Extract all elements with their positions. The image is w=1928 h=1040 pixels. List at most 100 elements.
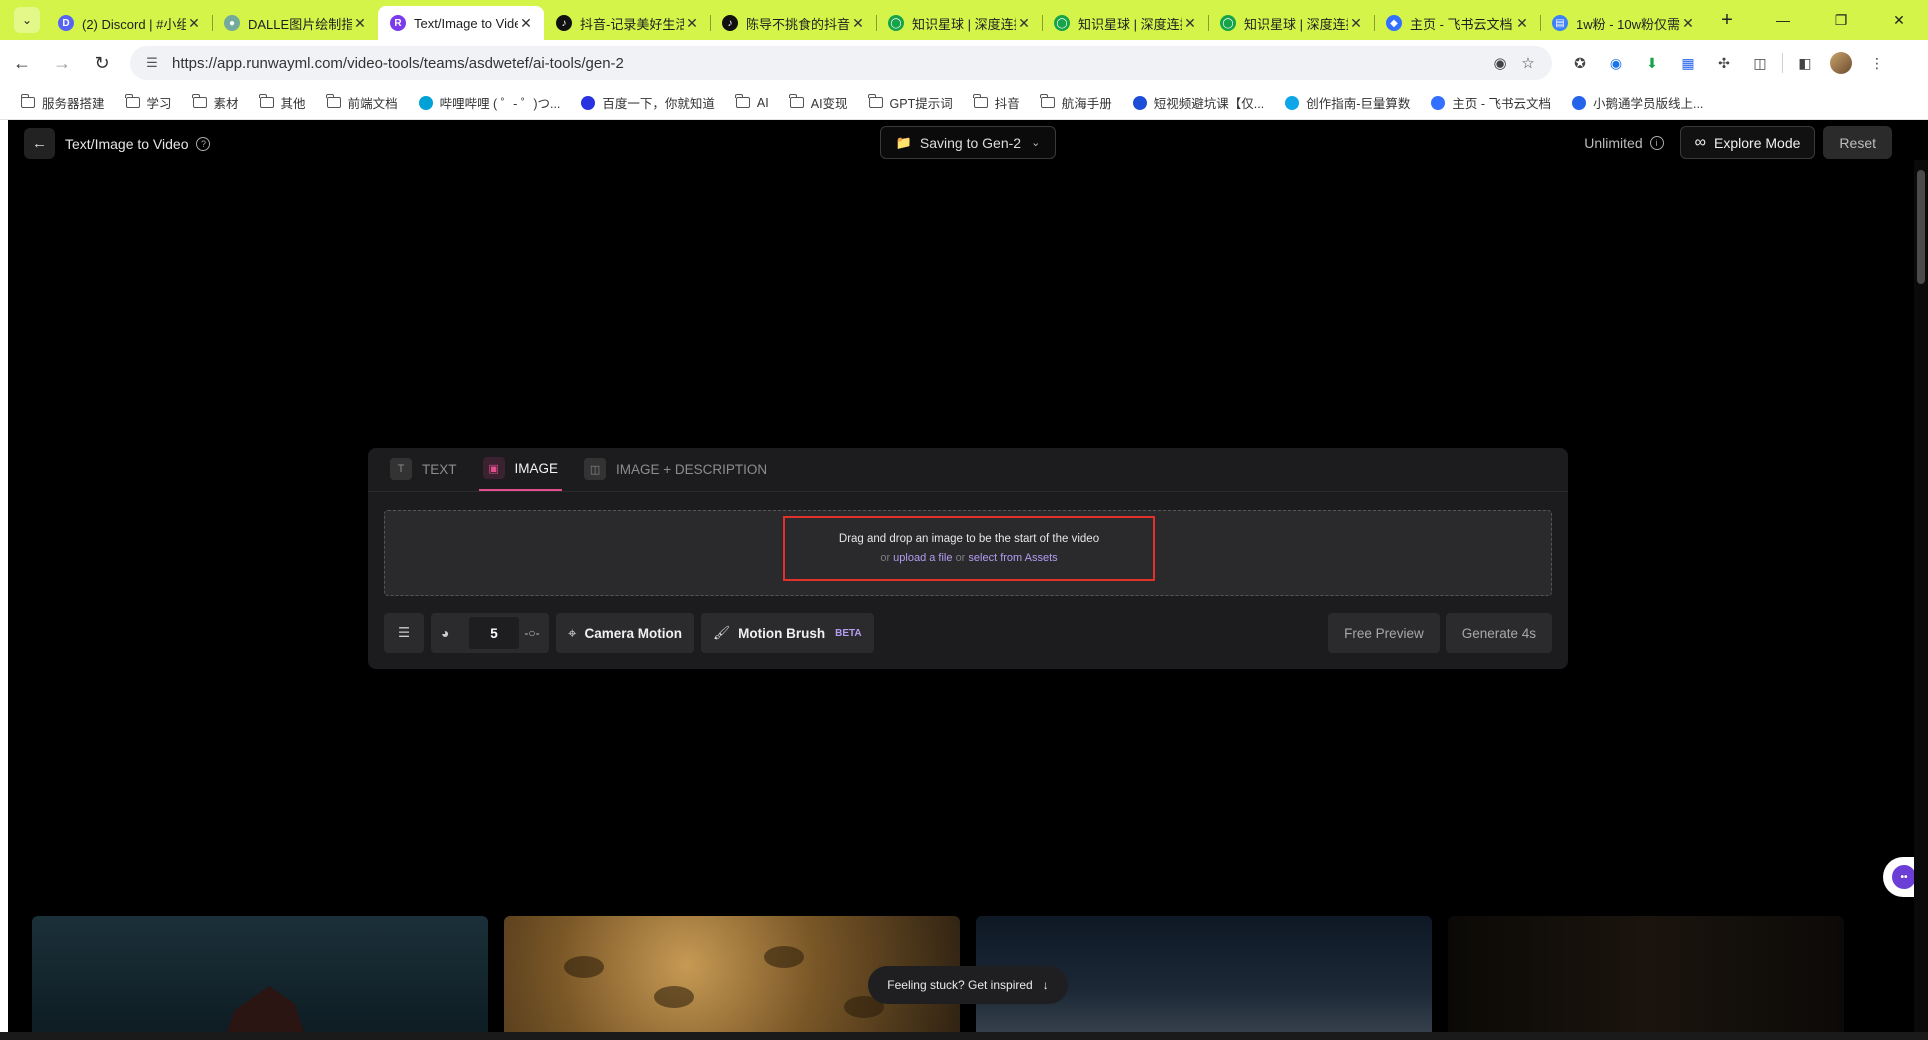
address-bar[interactable]: ☰ https://app.runwayml.com/video-tools/t… — [130, 46, 1552, 80]
reload-icon[interactable]: ↻ — [84, 45, 120, 81]
close-window-icon[interactable]: ✕ — [1870, 0, 1928, 40]
bookmark-item[interactable]: 前端文档 — [326, 93, 398, 112]
tab-close-icon[interactable]: ✕ — [352, 15, 368, 32]
folder-icon — [192, 94, 208, 110]
url-text[interactable]: https://app.runwayml.com/video-tools/tea… — [164, 55, 1486, 72]
browser-tab[interactable]: ◆ 主页 - 飞书云文档 ✕ — [1374, 6, 1540, 40]
browser-tab[interactable]: D (2) Discord | #小组 ✕ — [46, 6, 212, 40]
bookmark-star-icon[interactable]: ☆ — [1514, 54, 1542, 72]
header-actions: Unlimited i ∞ Explore Mode Reset — [1584, 126, 1892, 159]
tab-close-icon[interactable]: ✕ — [1016, 15, 1032, 32]
forward-icon[interactable]: → — [44, 45, 80, 81]
translate-extension-icon[interactable]: ✪ — [1562, 45, 1598, 81]
bottom-edge — [0, 1032, 1928, 1040]
bookmark-item[interactable]: AI变现 — [789, 93, 848, 112]
image-dropzone[interactable]: Drag and drop an image to be the start o… — [384, 510, 1552, 596]
browser-tab[interactable]: ▤ 1w粉 - 10w粉仅需 ✕ — [1540, 6, 1706, 40]
inspire-label: Feeling stuck? Get inspired — [887, 978, 1033, 992]
browser-tab[interactable]: ♪ 抖音-记录美好生活 ✕ — [544, 6, 710, 40]
side-panel-icon[interactable]: ◧ — [1787, 45, 1823, 81]
tab-close-icon[interactable]: ✕ — [684, 15, 700, 32]
bookmark-label: AI变现 — [810, 97, 848, 111]
bookmark-item[interactable]: 哔哩哔哩 ( ゜- ゜)つ... — [418, 93, 560, 112]
bookmark-item[interactable]: AI — [735, 94, 769, 110]
tab-close-icon[interactable]: ✕ — [1514, 15, 1530, 32]
bookmark-label: 服务器搭建 — [42, 97, 105, 111]
mode-tab[interactable]: ◫ IMAGE + DESCRIPTION — [580, 447, 771, 491]
app-header: ← Text/Image to Video ? — [24, 128, 211, 159]
bookmark-item[interactable]: GPT提示词 — [868, 93, 953, 112]
menu-kebab-icon[interactable]: ⋮ — [1859, 45, 1895, 81]
toolbar-divider — [1782, 53, 1783, 73]
download-extension-icon[interactable]: ⬇ — [1634, 45, 1670, 81]
page-scrollbar[interactable] — [1914, 160, 1928, 1040]
select-assets-link[interactable]: select from Assets — [968, 552, 1057, 564]
site-settings-icon[interactable]: ☰ — [140, 55, 164, 71]
mode-tab[interactable]: ▣ IMAGE — [478, 447, 563, 491]
motion-value-input[interactable]: 5 — [469, 617, 519, 649]
browser-tab[interactable]: ♪ 陈导不挑食的抖音 ✕ — [710, 6, 876, 40]
bookmark-item[interactable]: 航海手册 — [1040, 93, 1112, 112]
bookmark-item[interactable]: 其他 — [259, 93, 306, 112]
mode-tab[interactable]: T TEXT — [386, 447, 461, 491]
chrome-extension-icon[interactable]: ◉ — [1598, 45, 1634, 81]
bookmark-item[interactable]: 创作指南-巨量算数 — [1284, 93, 1410, 112]
eye-off-icon[interactable]: ◉ — [1486, 54, 1514, 72]
new-tab-button[interactable]: + — [1712, 5, 1742, 35]
bookmark-item[interactable]: 学习 — [125, 93, 172, 112]
back-icon[interactable]: ← — [4, 45, 40, 81]
tab-close-icon[interactable]: ✕ — [850, 15, 866, 32]
tab-close-icon[interactable]: ✕ — [518, 15, 534, 32]
tab-close-icon[interactable]: ✕ — [1680, 15, 1696, 32]
bookmark-item[interactable]: 服务器搭建 — [20, 93, 105, 112]
motion-brush-button[interactable]: 🖌 Motion Brush BETA — [700, 613, 874, 653]
tab-close-icon[interactable]: ✕ — [1182, 15, 1198, 32]
back-arrow-button[interactable]: ← — [24, 128, 55, 159]
saving-to-dropdown[interactable]: 📁 Saving to Gen-2 ⌄ — [880, 126, 1056, 159]
folder-icon — [326, 94, 342, 110]
image-icon: ▣ — [482, 457, 505, 479]
bookmark-label: 抖音 — [994, 97, 1020, 111]
browser-tab[interactable]: ◯ 知识星球 | 深度连接 ✕ — [1042, 6, 1208, 40]
saving-label: Saving to Gen-2 — [919, 134, 1022, 151]
restore-icon[interactable]: ❐ — [1812, 0, 1870, 40]
camera-motion-button[interactable]: ⌖ Camera Motion — [556, 613, 694, 653]
beta-badge: BETA — [835, 627, 862, 639]
motion-adjust-icon[interactable]: -○- — [519, 626, 545, 640]
profile-avatar[interactable] — [1823, 45, 1859, 81]
avatar — [1830, 52, 1852, 74]
bookmark-item[interactable]: 小鹅通学员版线上... — [1571, 93, 1703, 112]
browser-tab[interactable]: ◯ 知识星球 | 深度连接 ✕ — [1208, 6, 1374, 40]
tab-close-icon[interactable]: ✕ — [1348, 15, 1364, 32]
bookmark-item[interactable]: 素材 — [192, 93, 239, 112]
motion-brush-label: Motion Brush — [738, 625, 826, 641]
move-extension-icon[interactable]: ✣ — [1706, 45, 1742, 81]
inspiration-thumbnail[interactable] — [1448, 916, 1844, 1040]
or-text: or — [880, 552, 891, 564]
screenshot-extension-icon[interactable]: ▦ — [1670, 45, 1706, 81]
minimize-icon[interactable]: — — [1754, 0, 1812, 40]
bookmark-item[interactable]: 抖音 — [973, 93, 1020, 112]
info-icon[interactable]: i — [1649, 135, 1664, 150]
bookmark-item[interactable]: 主页 - 飞书云文档 — [1430, 93, 1551, 112]
browser-tab[interactable]: ● DALLE图片绘制指南✕ — [212, 6, 378, 40]
upload-file-link[interactable]: upload a file — [893, 552, 952, 564]
browser-toolbar: ← → ↻ ☰ https://app.runwayml.com/video-t… — [0, 40, 1928, 86]
help-icon[interactable]: ? — [196, 136, 211, 151]
generate-button[interactable]: Generate 4s — [1445, 613, 1552, 653]
free-preview-button[interactable]: Free Preview — [1328, 613, 1440, 653]
browser-tab[interactable]: R Text/Image to Video ✕ — [378, 6, 544, 40]
bookmark-item[interactable]: 短视频避坑课【仅... — [1132, 93, 1264, 112]
bookmark-item[interactable]: 百度一下，你就知道 — [580, 93, 715, 112]
explore-mode-button[interactable]: ∞ Explore Mode — [1679, 126, 1816, 159]
scrollbar-thumb[interactable] — [1917, 170, 1925, 284]
tab-close-icon[interactable]: ✕ — [186, 15, 202, 32]
get-inspired-button[interactable]: Feeling stuck? Get inspired ↓ — [868, 966, 1068, 1004]
reset-button[interactable]: Reset — [1823, 126, 1892, 159]
browser-tab[interactable]: ◯ 知识星球 | 深度连接 ✕ — [876, 6, 1042, 40]
puzzle-extensions-icon[interactable]: ◫ — [1742, 45, 1778, 81]
settings-sliders-button[interactable]: ☰ — [384, 613, 424, 653]
inspiration-thumbnail[interactable] — [32, 916, 488, 1040]
generation-panel: T TEXT ▣ IMAGE ◫ IMAGE + DESCRIPTION Drag and… — [368, 448, 1568, 669]
tab-search-icon[interactable]: ⌄ — [14, 7, 40, 33]
